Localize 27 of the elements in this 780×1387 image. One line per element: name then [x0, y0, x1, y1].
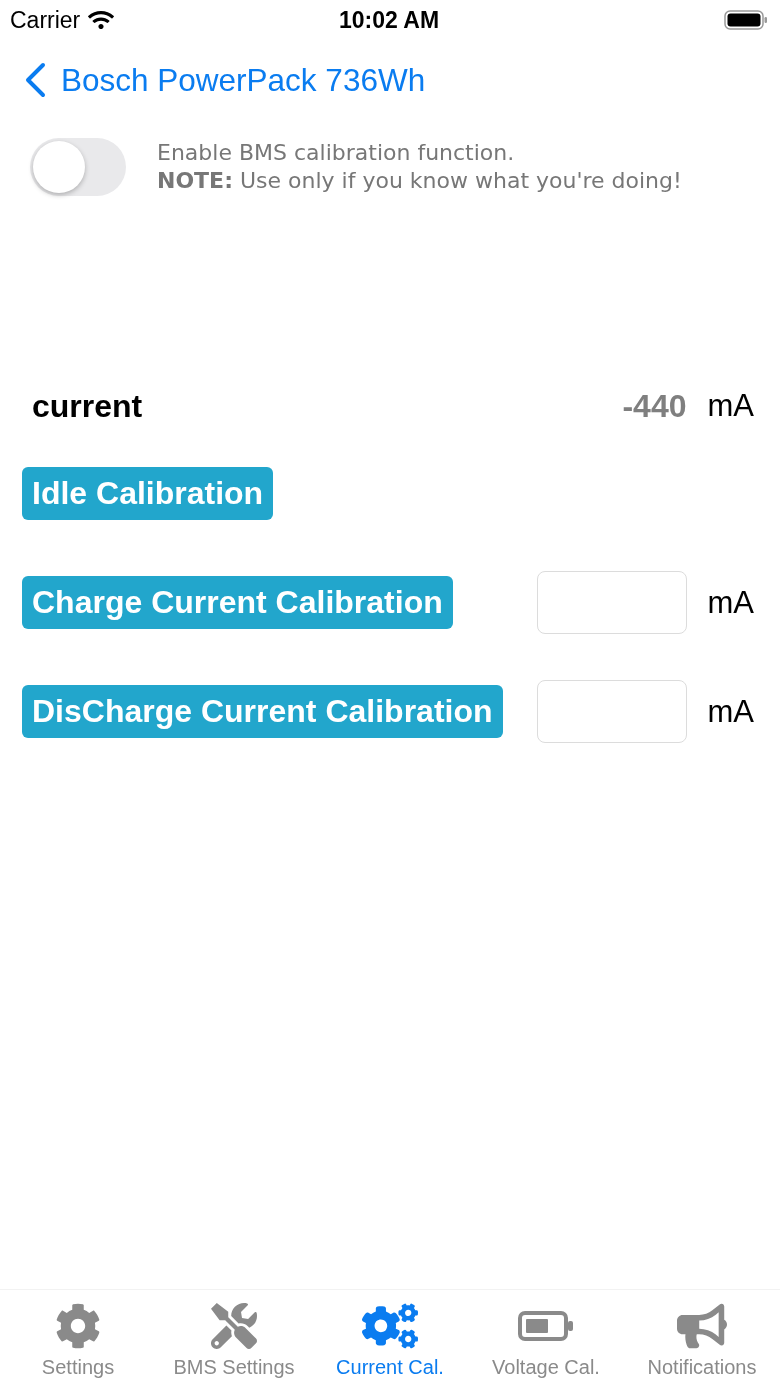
- current-value: -440: [622, 387, 687, 425]
- battery-icon[interactable]: [518, 1311, 574, 1341]
- calibration-button[interactable]: DisCharge Current Calibration: [22, 685, 503, 738]
- unit-label: mA: [707, 388, 754, 424]
- wrench-screwdriver-icon[interactable]: [211, 1303, 257, 1349]
- gear-icon[interactable]: [55, 1303, 101, 1349]
- warning-note: NOTE: Use only if you know what you're doing!: [157, 167, 682, 195]
- clock-time: 10:02 AM: [338, 6, 440, 34]
- input-field[interactable]: [536, 571, 687, 634]
- tab-label[interactable]: Voltage Cal.: [492, 1356, 600, 1379]
- battery-icon: [724, 10, 768, 30]
- back-chevron-icon[interactable]: [24, 62, 46, 98]
- tab-label[interactable]: Current Cal.: [336, 1356, 444, 1379]
- current-label: current: [32, 387, 144, 425]
- unit-label: mA: [707, 584, 754, 621]
- input-field[interactable]: [536, 680, 687, 743]
- back-link[interactable]: Bosch PowerPack 736Wh: [61, 61, 426, 99]
- calibration-button[interactable]: Idle Calibration: [22, 467, 274, 520]
- description-text: Enable BMS calibration function.: [157, 139, 516, 167]
- tab-label[interactable]: BMS Settings: [173, 1356, 295, 1379]
- tab-label[interactable]: Settings: [41, 1356, 115, 1379]
- calibration-button[interactable]: Charge Current Calibration: [22, 576, 453, 629]
- tab-label[interactable]: Notifications: [647, 1356, 757, 1379]
- megaphone-icon[interactable]: [677, 1301, 727, 1351]
- carrier-name: Carrier: [10, 6, 81, 34]
- unit-label: mA: [707, 693, 754, 730]
- toggle-switch[interactable]: [30, 138, 126, 196]
